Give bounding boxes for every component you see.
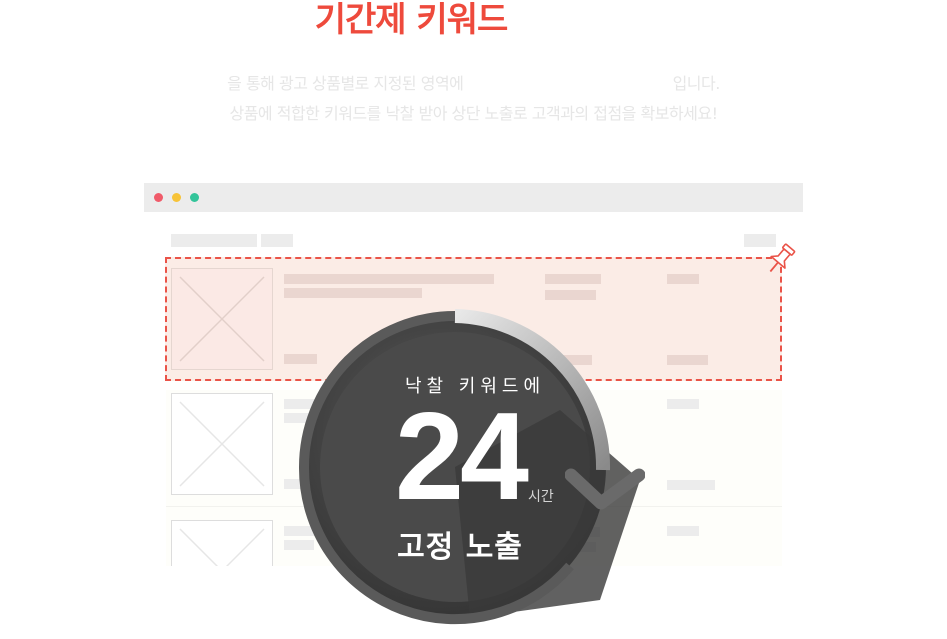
description-line-1-start: 을 통해 광고 상품별로 지정된 영역에 bbox=[227, 74, 464, 93]
thumbnail-placeholder-1 bbox=[171, 268, 273, 370]
description-line-2: 상품에 적합한 키워드를 낙찰 받아 상단 노출로 고객과의 접점을 확보하세요… bbox=[229, 104, 718, 123]
image-placeholder-icon bbox=[179, 401, 265, 487]
image-placeholder-icon bbox=[179, 276, 265, 362]
window-close-dot bbox=[154, 193, 163, 202]
thumbnail-placeholder-2 bbox=[171, 393, 273, 495]
description-line-1-end: 입니다. bbox=[672, 74, 721, 93]
description-line-1: 을 통해 광고 상품별로 지정된 영역에 입니다. bbox=[0, 70, 947, 94]
text-placeholder bbox=[545, 274, 601, 284]
page-title: 기간제 키워드 bbox=[314, 0, 509, 40]
text-placeholder bbox=[667, 355, 708, 365]
pushpin-icon bbox=[769, 243, 796, 273]
badge-bottom-text: 고정 노출 bbox=[397, 530, 523, 565]
header-placeholder-1 bbox=[171, 234, 257, 247]
text-placeholder bbox=[284, 274, 494, 284]
window-maximize-dot bbox=[190, 193, 199, 202]
badge-hours-number: 24 bbox=[395, 388, 529, 526]
window-minimize-dot bbox=[172, 193, 181, 202]
text-placeholder bbox=[545, 290, 596, 300]
text-placeholder bbox=[284, 288, 422, 298]
text-placeholder bbox=[667, 480, 715, 490]
text-placeholder bbox=[667, 399, 699, 409]
badge-hours-unit: 시간 bbox=[528, 489, 554, 505]
browser-title-bar bbox=[144, 183, 803, 212]
header-placeholder-2 bbox=[261, 234, 293, 247]
text-placeholder bbox=[667, 526, 699, 536]
circular-arrow-icon bbox=[565, 468, 645, 510]
text-placeholder bbox=[667, 274, 699, 284]
